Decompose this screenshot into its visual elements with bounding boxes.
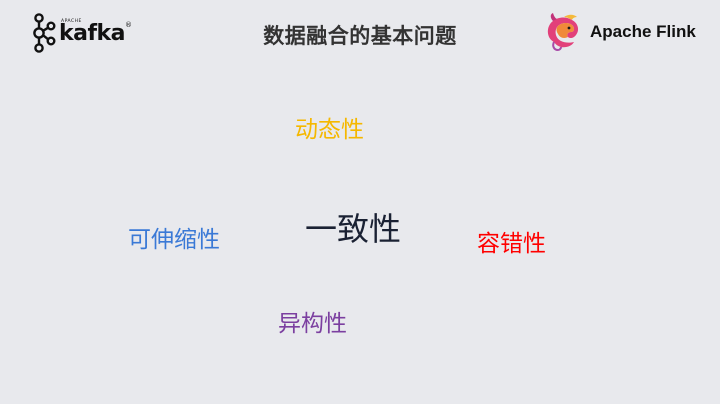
flink-wordmark: Apache Flink <box>590 22 696 41</box>
concept-fault-tolerance: 容错性 <box>477 231 546 257</box>
concept-scalability: 可伸缩性 <box>128 227 220 253</box>
concept-dynamic: 动态性 <box>295 117 364 143</box>
flink-squirrel-icon <box>547 13 579 52</box>
concept-consistency: 一致性 <box>305 210 402 248</box>
slide: APACHE kafka® 数据融合的基本问题 Apache Flink 动态性… <box>0 0 720 404</box>
flink-logo: Apache Flink <box>544 10 714 54</box>
concept-heterogeneity: 异构性 <box>278 311 347 337</box>
